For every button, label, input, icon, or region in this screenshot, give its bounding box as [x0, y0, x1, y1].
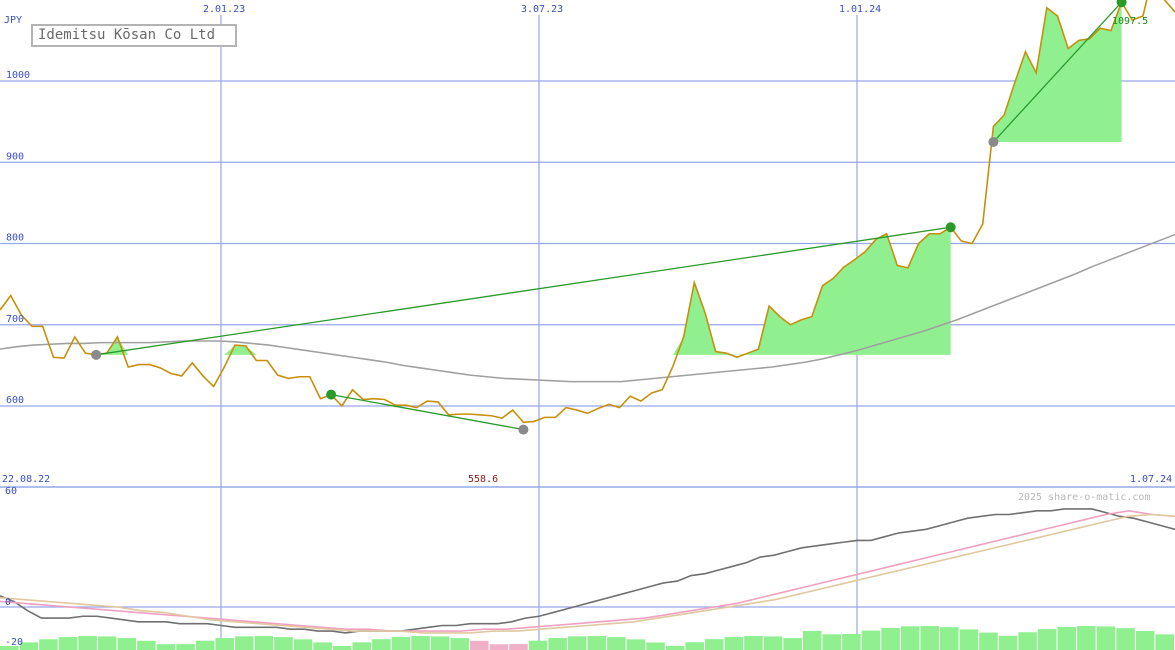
- histogram-bar: [900, 626, 920, 650]
- histogram-bar: [705, 639, 724, 650]
- histogram-bar: [235, 636, 254, 650]
- histogram-bar: [430, 636, 450, 650]
- histogram-bar: [215, 637, 234, 650]
- histogram-bar: [1057, 626, 1077, 650]
- histogram-bar: [411, 636, 430, 650]
- histogram-bar: [117, 638, 137, 650]
- series-lines: [0, 0, 1175, 634]
- trend-line: [331, 393, 524, 431]
- histogram-bar: [372, 639, 391, 650]
- oscillator-signal_slow-line: [0, 513, 1175, 634]
- y-tick-label: 800: [6, 233, 24, 244]
- histogram-bar: [881, 627, 900, 650]
- histogram-bar: [39, 639, 58, 650]
- stock-chart: JPY 2.01.23 3.07.23 1.01.24 22.08.22 1.0…: [0, 0, 1175, 650]
- histogram-bar: [1135, 630, 1155, 650]
- moving-average-line: [0, 233, 1175, 383]
- histogram-bar: [607, 637, 626, 650]
- histogram-bar: [489, 644, 509, 650]
- x-date-label-0: 2.01.23: [203, 4, 245, 15]
- x-date-label-1: 3.07.23: [521, 4, 563, 15]
- histogram-bar: [391, 637, 411, 650]
- osc-y-tick-label: 0: [5, 597, 11, 608]
- histogram-bar: [509, 644, 528, 650]
- histogram-bar: [842, 633, 861, 650]
- histogram-bar: [724, 636, 744, 650]
- y-tick-label: 700: [6, 314, 24, 325]
- min-value-label: 558.6: [468, 474, 498, 485]
- trend-start-point: [518, 424, 529, 435]
- currency-label: JPY: [4, 15, 22, 26]
- x-date-label-2: 1.01.24: [839, 4, 881, 15]
- histogram-bar: [861, 630, 881, 650]
- oscillator-signal-line: [0, 509, 1175, 632]
- chart-title: Idemitsu Kōsan Co Ltd: [31, 24, 237, 47]
- trend-end-point: [945, 222, 956, 233]
- histogram-bar: [940, 627, 959, 650]
- histogram-bar: [450, 638, 469, 650]
- histogram-bar: [920, 626, 939, 650]
- histogram-bar: [137, 640, 156, 650]
- watermark: 2025 share-o-matic.com: [1018, 492, 1150, 503]
- y-tick-label: 900: [6, 151, 24, 162]
- y-tick-label: 600: [6, 395, 24, 406]
- trend-start-point: [988, 136, 999, 147]
- histogram-bar: [176, 644, 195, 650]
- histogram-bar: [528, 640, 548, 650]
- osc-y-tick-label: -20: [5, 637, 23, 648]
- histogram-bar: [254, 636, 274, 650]
- histogram-bar: [195, 640, 215, 650]
- histogram-bar: [1116, 628, 1135, 650]
- axis-labels: JPY 2.01.23 3.07.23 1.01.24 22.08.22 1.0…: [2, 4, 1172, 648]
- histogram-bar: [332, 645, 352, 650]
- histogram-bar: [470, 640, 489, 650]
- histogram-bar: [313, 642, 332, 650]
- histogram-bar: [1037, 629, 1057, 650]
- histogram-bar: [78, 636, 97, 650]
- histogram-bar: [58, 637, 78, 650]
- histogram-bar: [959, 629, 979, 650]
- histogram-bar: [1018, 632, 1037, 650]
- histogram-bar: [548, 637, 567, 650]
- histogram-bar: [665, 645, 685, 650]
- histogram-bar: [1077, 626, 1096, 650]
- histogram-bar: [802, 630, 822, 650]
- histogram-bar: [97, 636, 117, 650]
- trend-start-point: [91, 349, 102, 360]
- osc-y-tick-label: 60: [5, 486, 17, 497]
- trend-end-point: [326, 389, 337, 400]
- histogram-bar: [293, 639, 313, 650]
- range-end-label: 1.07.24: [1130, 474, 1172, 485]
- histogram-bar: [998, 635, 1018, 650]
- trend-markers: [91, 0, 1127, 435]
- histogram-bar: [274, 637, 293, 650]
- histogram-bar: [822, 634, 842, 650]
- range-start-label: 22.08.22: [2, 474, 50, 485]
- histogram-bar: [646, 642, 665, 650]
- grid-lines: [0, 15, 1175, 650]
- histogram-bar: [783, 638, 802, 650]
- histogram-bar: [352, 642, 372, 650]
- trend-fills: [0, 2, 1174, 650]
- histogram-bar: [685, 642, 704, 650]
- max-value-label: 1097.5: [1112, 16, 1148, 27]
- histogram-bar: [979, 632, 998, 650]
- histogram-bar: [587, 636, 607, 650]
- price-line: [0, 0, 1175, 424]
- y-tick-label: 1000: [6, 70, 30, 81]
- histogram-bar: [156, 644, 176, 650]
- histogram-bar: [744, 636, 763, 650]
- histogram-bar: [1155, 634, 1174, 650]
- histogram-bar: [763, 636, 783, 650]
- histogram-bar: [626, 639, 646, 650]
- histogram-bar: [567, 636, 587, 650]
- histogram-bar: [1096, 626, 1116, 650]
